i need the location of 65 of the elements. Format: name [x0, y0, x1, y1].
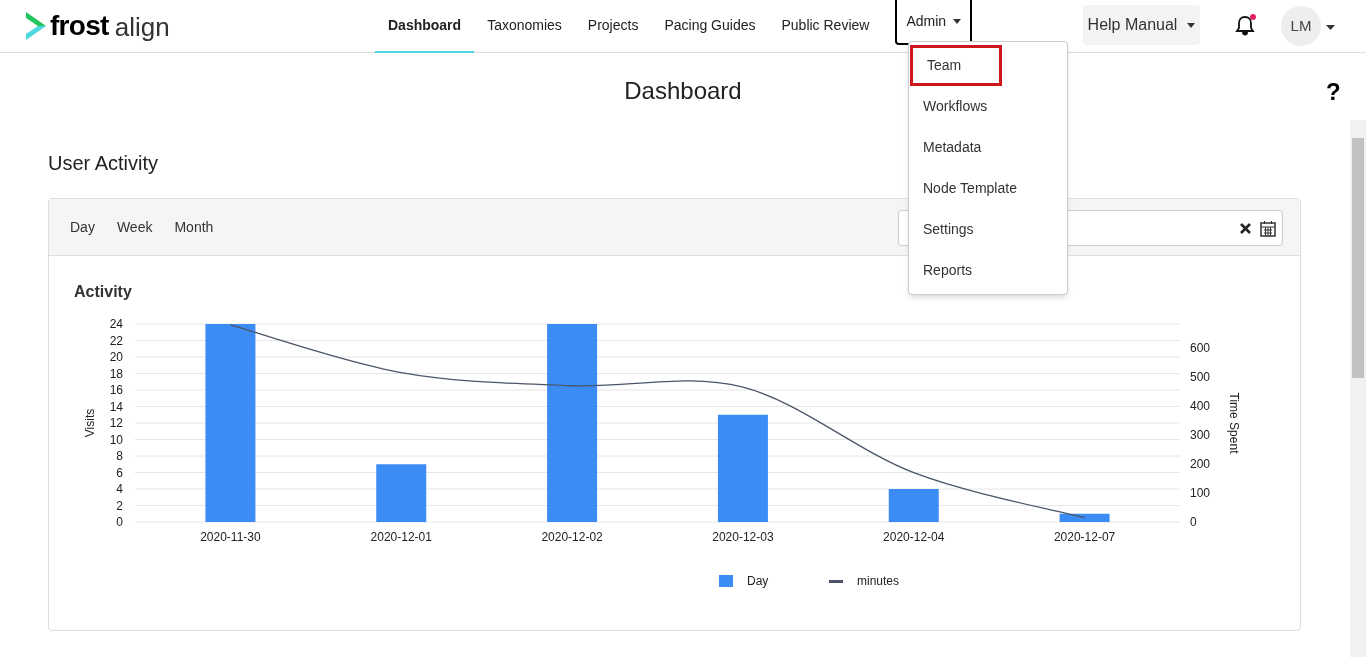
axis-tick-label: 2020-12-07: [1053, 530, 1116, 544]
section-title: User Activity: [48, 151, 160, 176]
menu-item[interactable]: Settings: [909, 209, 1067, 250]
menu-item[interactable]: Node Template: [909, 168, 1067, 209]
axis-tick-label: 20: [109, 350, 123, 364]
logo-text: align: [114, 14, 170, 40]
nav-tab[interactable]: Public Review: [768, 0, 883, 53]
help-icon[interactable]: ?: [1326, 74, 1341, 110]
axis-tick-label: 22: [109, 333, 123, 348]
page-title: Dashboard: [624, 76, 742, 106]
legend-label[interactable]: Day: [747, 574, 769, 588]
logo-text: frost: [50, 12, 109, 40]
nav-tab[interactable]: Pacing Guides: [651, 0, 769, 53]
clear-icon[interactable]: [1240, 222, 1251, 234]
axis-tick-label: 2020-12-01: [370, 530, 432, 544]
menu-item[interactable]: Reports: [909, 250, 1067, 291]
axis-tick-label: 14: [109, 399, 123, 414]
menu-item[interactable]: Team: [910, 45, 1002, 86]
period-tab[interactable]: Week: [105, 210, 164, 244]
legend-swatch: [829, 580, 843, 583]
user-avatar[interactable]: LM: [1281, 6, 1321, 46]
caret-icon: [953, 19, 962, 24]
bell-icon[interactable]: [1235, 15, 1255, 37]
axis-tick-label: 2: [116, 498, 123, 513]
menu-item[interactable]: Metadata: [909, 127, 1067, 168]
caret-icon[interactable]: [1326, 25, 1335, 30]
bar: [1059, 513, 1110, 522]
menu-item[interactable]: Workflows: [909, 86, 1067, 127]
axis-tick-label: 500: [1190, 370, 1211, 385]
logo-icon: [24, 12, 46, 40]
axis-tick-label: 16: [109, 383, 123, 397]
axis-tick-label: 2020-12-04: [883, 530, 945, 544]
axis-tick-label: 18: [109, 366, 123, 381]
axis-tick-label: 100: [1190, 486, 1211, 500]
axis-tick-label: 4: [116, 482, 123, 496]
axis-tick-label: 24: [109, 317, 123, 331]
calendar-icon[interactable]: [1260, 219, 1276, 237]
axis-tick-label: 200: [1190, 457, 1211, 471]
axis-tick-label: 300: [1190, 428, 1211, 443]
bar: [376, 464, 427, 522]
period-tab[interactable]: Month: [163, 210, 225, 244]
axis-tick-label: 0: [1190, 515, 1197, 529]
axis-tick-label: 2020-12-02: [541, 530, 603, 544]
nav-tab[interactable]: Dashboard: [375, 0, 475, 53]
axis-tick-label: 0: [116, 515, 123, 529]
legend-swatch: [719, 575, 733, 587]
axis-tick-label: 2020-11-30: [200, 530, 261, 544]
axis-title: Visits: [83, 408, 97, 438]
period-tab[interactable]: Day: [59, 210, 106, 244]
axis-tick-label: 600: [1190, 341, 1211, 356]
help-manual-button[interactable]: Help Manual: [1083, 5, 1200, 45]
chart-title: Activity: [74, 282, 133, 302]
bar: [888, 489, 939, 522]
axis-tick-label: 10: [109, 432, 123, 447]
nav-tab[interactable]: Projects: [574, 0, 652, 53]
scrollbar[interactable]: [1350, 120, 1366, 657]
axis-title: Time Spent: [1227, 392, 1241, 454]
axis-tick-label: 8: [116, 449, 123, 463]
axis-tick-label: 6: [116, 465, 123, 480]
legend-label[interactable]: minutes: [857, 574, 900, 588]
caret-icon: [1187, 22, 1196, 28]
axis-tick-label: 2020-12-03: [712, 530, 774, 544]
axis-tick-label: 400: [1190, 399, 1211, 414]
axis-tick-label: 12: [109, 416, 123, 430]
nav-tab[interactable]: Taxonomies: [474, 0, 575, 53]
